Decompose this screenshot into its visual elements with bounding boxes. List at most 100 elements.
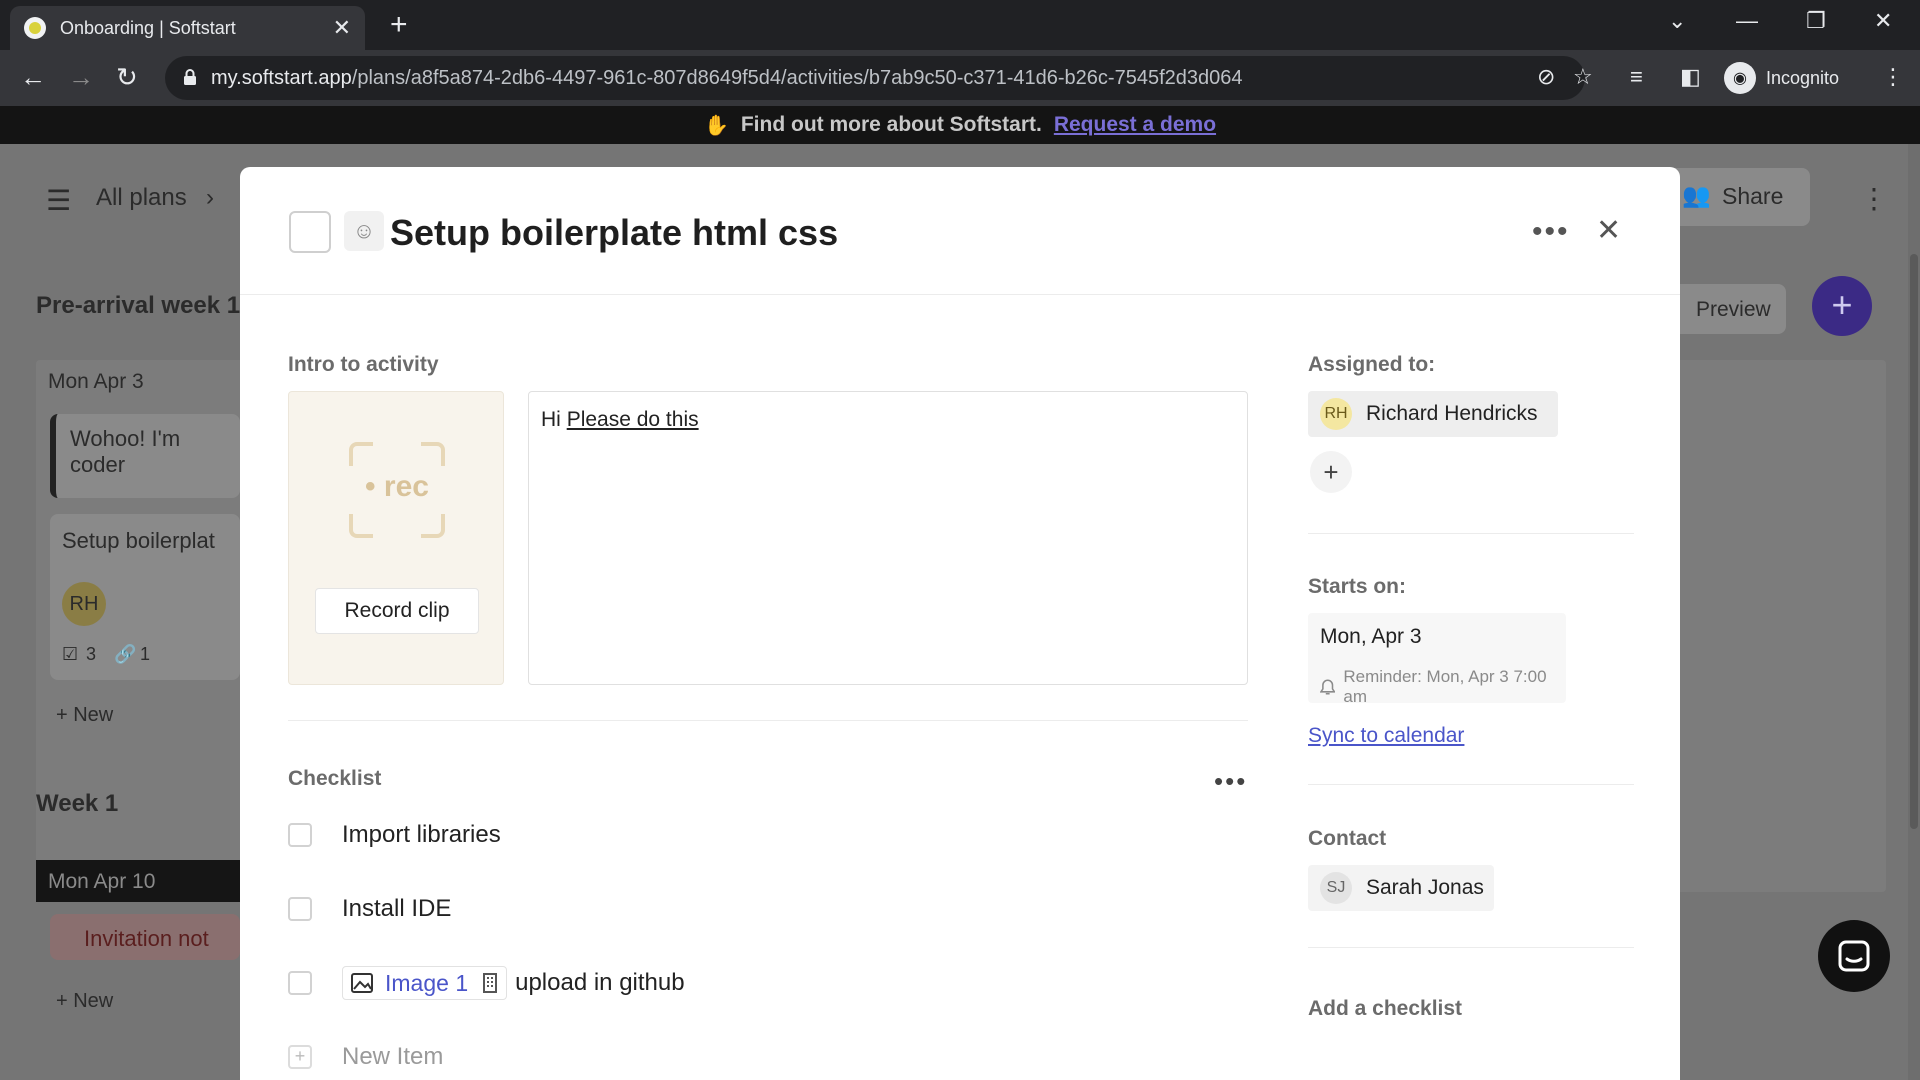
- checklist-label: Checklist: [288, 767, 382, 790]
- more-options-icon[interactable]: •••: [1532, 217, 1570, 247]
- eye-off-icon[interactable]: ⊘: [1537, 64, 1555, 90]
- incognito-icon: ◉: [1724, 62, 1756, 94]
- back-icon[interactable]: ←: [20, 62, 46, 92]
- section-title: Week 1: [36, 790, 119, 817]
- waving-hand-icon: ✋: [703, 114, 729, 137]
- add-checklist-button[interactable]: Add a checklist: [1308, 997, 1462, 1021]
- complete-checkbox[interactable]: [289, 211, 331, 253]
- reminder-text: Reminder: Mon, Apr 3 7:00 am: [1343, 667, 1547, 706]
- tab-title: Onboarding | Softstart: [60, 17, 236, 38]
- contact-label: Contact: [1308, 827, 1387, 850]
- invitation-card[interactable]: Invitation not: [50, 914, 240, 960]
- url-path: /plans/a8f5a874-2db6-4497-961c-807d8649f…: [351, 66, 1243, 89]
- day-header: Mon Apr 10: [36, 860, 240, 902]
- image-icon: [351, 973, 373, 993]
- browser-menu-icon[interactable]: ⋮: [1882, 64, 1904, 90]
- request-demo-link[interactable]: Request a demo: [1054, 113, 1216, 137]
- checklist-item: Install IDE: [288, 889, 451, 929]
- invitation-text: Invitation not: [84, 926, 209, 951]
- sync-calendar-link[interactable]: Sync to calendar: [1308, 724, 1464, 748]
- checklist-item-label[interactable]: upload in github: [515, 969, 684, 997]
- contact-chip[interactable]: SJ Sarah Jonas: [1308, 865, 1494, 911]
- page-menu-icon[interactable]: ⋮: [1860, 182, 1888, 215]
- add-assignee-button[interactable]: +: [1310, 451, 1352, 493]
- breadcrumb[interactable]: All plans: [96, 184, 187, 212]
- intro-editor[interactable]: Hi Please do this: [528, 391, 1248, 685]
- window-close-icon[interactable]: ✕: [1874, 8, 1892, 34]
- promo-banner: ✋ Find out more about Softstart. Request…: [0, 106, 1920, 144]
- start-date: Mon, Apr 3: [1320, 625, 1422, 648]
- share-icon: 👥: [1682, 182, 1711, 208]
- new-activity-button[interactable]: + New: [56, 704, 113, 727]
- record-clip-button[interactable]: Record clip: [315, 588, 479, 634]
- url-host: my.softstart.app: [211, 66, 352, 89]
- restore-icon[interactable]: ❐: [1806, 8, 1826, 34]
- editor-link[interactable]: Please do this: [567, 408, 699, 431]
- section-title: Pre-arrival week 1: [36, 292, 241, 319]
- close-icon[interactable]: ✕: [1596, 211, 1621, 251]
- lock-icon: [184, 69, 196, 85]
- preview-button[interactable]: Preview: [1670, 284, 1786, 334]
- day-label: Mon Apr 3: [48, 370, 144, 393]
- side-panel-icon[interactable]: ◧: [1680, 64, 1701, 90]
- preview-label: Preview: [1696, 298, 1771, 321]
- activity-card-selected[interactable]: Setup boilerplat RH ☑ 3 🔗 1: [50, 514, 240, 680]
- record-clip-panel: • rec Record clip: [288, 391, 504, 685]
- activity-modal: ☺ Setup boilerplate html css ••• ✕ Intro…: [240, 167, 1680, 1080]
- avatar: RH: [62, 582, 106, 626]
- incognito-indicator[interactable]: ◉ Incognito: [1724, 58, 1839, 98]
- share-label: Share: [1722, 183, 1784, 209]
- address-bar[interactable]: my.softstart.app/plans/a8f5a874-2db6-449…: [165, 56, 1593, 100]
- tab-close-icon[interactable]: ✕: [333, 15, 351, 41]
- checklist-item: Import libraries: [288, 815, 501, 855]
- checklist-item: Image 1 upload in github: [288, 963, 685, 1003]
- checklist-checkbox[interactable]: [288, 823, 312, 847]
- rec-label: • rec: [365, 470, 429, 503]
- assignee-name: Richard Hendricks: [1366, 402, 1538, 425]
- checklist-item-label[interactable]: Install IDE: [342, 895, 451, 923]
- favicon-icon: [24, 17, 46, 39]
- record-frame-icon: • rec: [349, 442, 445, 538]
- rec-text: rec: [383, 470, 429, 503]
- activity-card[interactable]: Wohoo! I'm coder: [50, 414, 240, 498]
- chat-launcher-button[interactable]: [1818, 920, 1890, 992]
- reload-icon[interactable]: ↻: [116, 62, 138, 92]
- starts-label: Starts on:: [1308, 575, 1407, 598]
- checklist-count: 3: [86, 644, 97, 664]
- intro-label: Intro to activity: [288, 353, 439, 376]
- avatar: RH: [1320, 398, 1352, 430]
- media-control-icon[interactable]: ≡: [1630, 64, 1643, 90]
- page-scrollbar[interactable]: [1908, 144, 1920, 1080]
- browser-tabbar: Onboarding | Softstart ✕ + ⌄ — ❐ ✕: [0, 0, 1920, 50]
- new-activity-button[interactable]: + New: [56, 990, 113, 1013]
- divider: [1308, 784, 1634, 785]
- image-attachment[interactable]: Image 1: [342, 966, 508, 1000]
- browser-tab[interactable]: Onboarding | Softstart ✕: [10, 6, 365, 50]
- image-attachment-label: Image 1: [385, 969, 469, 996]
- minimize-icon[interactable]: —: [1736, 8, 1758, 34]
- hamburger-menu-icon[interactable]: ☰: [46, 184, 71, 217]
- chat-icon: [1838, 940, 1870, 972]
- divider: [1308, 947, 1634, 948]
- browser-toolbar: ← → ↻ my.softstart.app/plans/a8f5a874-2d…: [0, 50, 1920, 106]
- add-activity-icon[interactable]: +: [1812, 276, 1872, 336]
- breadcrumb-chevron-icon: ›: [206, 184, 214, 211]
- new-tab-icon[interactable]: +: [390, 8, 408, 42]
- checklist-more-icon[interactable]: •••: [1214, 768, 1247, 794]
- start-date-picker[interactable]: Mon, Apr 3 Reminder: Mon, Apr 3 7:00 am: [1308, 613, 1566, 706]
- assignee-chip[interactable]: RH Richard Hendricks: [1308, 391, 1558, 437]
- checklist-checkbox[interactable]: [288, 971, 312, 995]
- reminder-row: Reminder: Mon, Apr 3 7:00 am: [1320, 667, 1566, 707]
- emoji-picker-icon[interactable]: ☺: [344, 211, 384, 251]
- new-checklist-item[interactable]: + New Item: [288, 1037, 443, 1077]
- checklist-checkbox[interactable]: [288, 897, 312, 921]
- tab-search-icon[interactable]: ⌄: [1668, 8, 1686, 34]
- checklist-item-label[interactable]: Import libraries: [342, 821, 501, 849]
- share-button[interactable]: 👥 Share: [1660, 168, 1810, 226]
- editor-prefix: Hi: [541, 408, 561, 431]
- forward-icon[interactable]: →: [68, 62, 94, 92]
- scrollbar-thumb[interactable]: [1910, 254, 1918, 829]
- day-label: Mon Apr 10: [48, 870, 156, 893]
- activity-title[interactable]: Setup boilerplate html css: [390, 211, 838, 255]
- bookmark-star-icon[interactable]: ☆: [1573, 64, 1593, 90]
